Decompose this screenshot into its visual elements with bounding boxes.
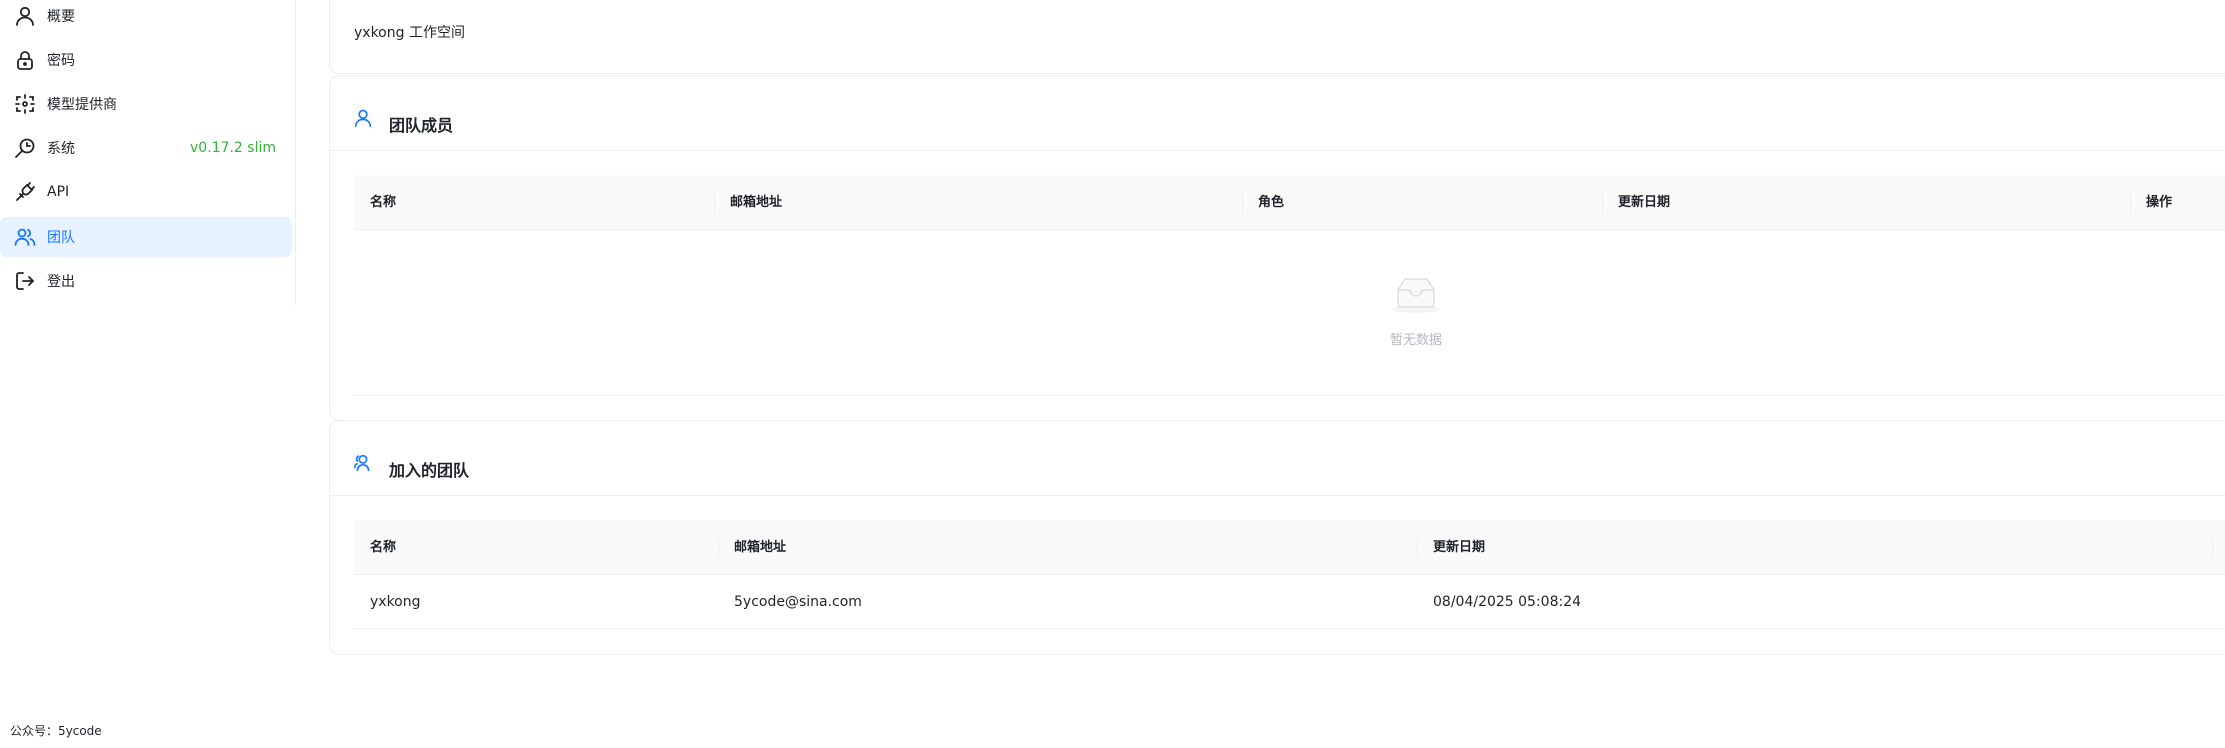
workspace-name: yxkong 工作空间: [354, 25, 465, 41]
column-header-extra: [2212, 520, 2225, 575]
sidebar-item-logout[interactable]: 登出: [0, 261, 292, 301]
column-header-role: 角色: [1242, 175, 1284, 230]
user-icon: [354, 109, 372, 128]
joined-teams-table: 名称 邮箱地址 更新日期 yxkong 5ycode@sina.com 08/0…: [354, 520, 2225, 629]
sidebar-item-label: 团队: [47, 230, 75, 246]
members-table: 名称 邮箱地址 角色 更新日期 操作 暂无数据: [354, 175, 2225, 396]
table-row[interactable]: yxkong 5ycode@sina.com 08/04/2025 05:08:…: [354, 575, 2225, 629]
user-icon: [16, 6, 34, 26]
column-header-updated: 更新日期: [1417, 520, 1485, 575]
footer-note: 公众号：5ycode: [10, 724, 102, 738]
sidebar-item-label: 模型提供商: [47, 97, 117, 113]
system-icon: [15, 138, 35, 158]
empty-text: 暂无数据: [1390, 333, 1443, 348]
api-plug-icon: [16, 182, 35, 201]
sidebar-item-label: API: [47, 184, 70, 200]
card-header: 加入的团队: [330, 421, 2225, 496]
column-header-email: 邮箱地址: [714, 175, 782, 230]
version-badge: v0.17.2 slim: [190, 140, 276, 156]
column-header-updated: 更新日期: [1602, 175, 1670, 230]
card-title: 加入的团队: [389, 461, 470, 480]
sidebar-item-team[interactable]: 团队: [0, 217, 292, 257]
column-header-name: 名称: [370, 540, 397, 555]
team-members-card: 团队成员 名称 邮箱地址 角色 更新日期 操作 暂无数据: [329, 75, 2225, 421]
logout-icon: [16, 272, 35, 290]
workspace-card: yxkong 工作空间: [329, 0, 2225, 74]
joined-teams-card: 加入的团队 名称 邮箱地址 更新日期 yxkong 5ycode@sina.co…: [329, 420, 2225, 655]
sidebar-item-label: 概要: [47, 9, 75, 25]
sidebar-item-label: 密码: [47, 53, 75, 69]
cell-email: 5ycode@sina.com: [734, 594, 862, 610]
cell-name: yxkong: [370, 594, 421, 610]
table-header: 名称 邮箱地址 角色 更新日期 操作: [354, 175, 2225, 230]
column-header-email: 邮箱地址: [718, 520, 786, 575]
cell-updated: 08/04/2025 05:08:24: [1433, 594, 1582, 610]
sidebar: 概要 密码 模型提供商 系统 v0.17.2 slim API 团队 登出: [0, 0, 296, 305]
table-header: 名称 邮箱地址 更新日期: [354, 520, 2225, 575]
sidebar-item-label: 登出: [47, 274, 75, 290]
empty-inbox-icon: [1392, 278, 1440, 313]
card-header: 团队成员: [330, 76, 2225, 151]
empty-state: 暂无数据: [354, 230, 2225, 396]
team-icon: [353, 454, 370, 472]
sidebar-item-password[interactable]: 密码: [0, 40, 292, 80]
team-icon: [14, 228, 36, 246]
column-header-name: 名称: [370, 195, 397, 210]
sidebar-item-system[interactable]: 系统 v0.17.2 slim: [0, 128, 292, 168]
sidebar-item-api[interactable]: API: [0, 172, 292, 212]
column-header-actions: 操作: [2130, 175, 2172, 230]
sidebar-item-model-provider[interactable]: 模型提供商: [0, 84, 292, 124]
lock-icon: [17, 51, 33, 70]
sidebar-item-label: 系统: [47, 141, 75, 157]
model-provider-icon: [15, 94, 35, 114]
sidebar-item-overview[interactable]: 概要: [0, 0, 292, 36]
card-title: 团队成员: [389, 116, 454, 135]
